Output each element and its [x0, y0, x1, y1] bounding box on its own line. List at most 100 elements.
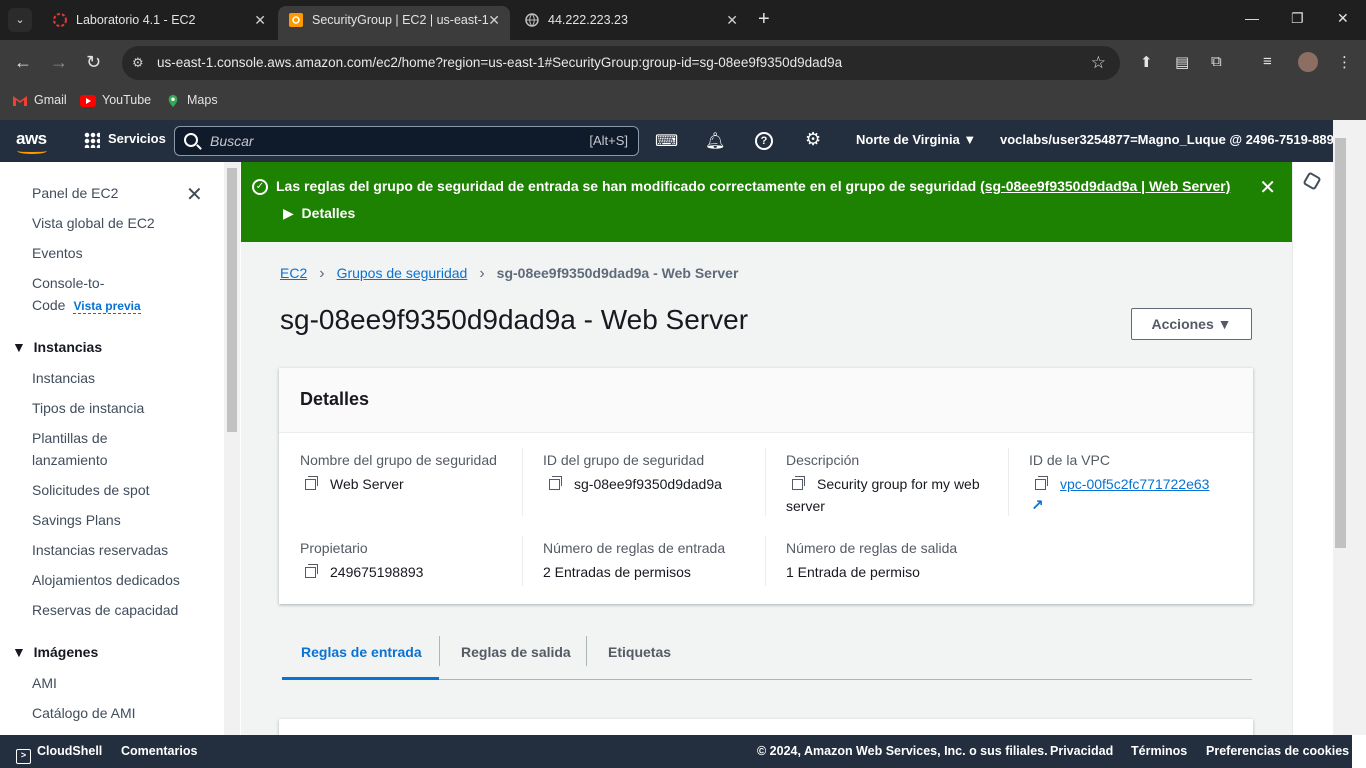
grid-icon	[84, 131, 100, 148]
back-icon[interactable]: ←	[14, 52, 32, 72]
details-card: Detalles Nombre del grupo de seguridad W…	[279, 368, 1253, 604]
flash-details-toggle[interactable]: ▶ Detalles	[283, 205, 355, 222]
bookmark-youtube[interactable]: YouTube	[80, 93, 151, 108]
dismiss-flash-icon[interactable]: ✕	[1259, 175, 1276, 200]
tab-outbound-rules[interactable]: Reglas de salida	[461, 644, 571, 660]
tab-tags[interactable]: Etiquetas	[608, 644, 671, 660]
sidebar-item-instances[interactable]: Instancias	[32, 367, 95, 389]
browser-tab-securitygroup[interactable]: SecurityGroup | EC2 | us-east-1 ✕	[278, 6, 510, 40]
new-tab-icon[interactable]: +	[758, 8, 770, 30]
region-selector[interactable]: Norte de Virginia ▼	[856, 132, 976, 147]
profile-avatar[interactable]	[1298, 52, 1318, 72]
close-sidebar-icon[interactable]: ✕	[186, 182, 203, 207]
browser-tab-lab[interactable]: Laboratorio 4.1 - EC2 ✕	[42, 6, 276, 34]
inbound-rules-card	[279, 719, 1253, 735]
extension-icon[interactable]: ⬆	[1140, 53, 1153, 71]
tab-inbound-rules[interactable]: Reglas de entrada	[301, 644, 422, 660]
forward-icon[interactable]: →	[50, 52, 68, 72]
value-text: 249675198893	[330, 564, 424, 580]
close-tab-icon[interactable]: ✕	[254, 6, 266, 34]
vpc-link[interactable]: vpc-00f5c2fc771722e63	[1060, 476, 1209, 492]
browser-toolbar: ← → ↻ ⚙ us-east-1.console.aws.amazon.com…	[0, 40, 1366, 86]
section-label: Imágenes	[33, 644, 99, 660]
sidebar-item-ami-catalog[interactable]: Catálogo de AMI	[32, 702, 136, 724]
column-divider	[765, 448, 766, 516]
sidebar-item-capacity-reservations[interactable]: Reservas de capacidad	[32, 599, 178, 621]
reading-list-icon[interactable]: ▤	[1175, 53, 1189, 71]
site-info-icon[interactable]: ⚙	[132, 55, 144, 71]
terms-link[interactable]: Términos	[1131, 744, 1187, 758]
restore-icon[interactable]: ❐	[1291, 10, 1304, 27]
close-tab-icon[interactable]: ✕	[488, 6, 500, 34]
external-link-icon[interactable]: ↗	[1031, 496, 1044, 514]
youtube-icon	[80, 94, 96, 107]
sidebar-item-dashboard[interactable]: Panel de EC2	[32, 182, 118, 204]
breadcrumb-ec2[interactable]: EC2	[280, 265, 307, 281]
scrollbar-thumb[interactable]	[1335, 138, 1346, 548]
media-control-icon[interactable]: ≡	[1263, 53, 1272, 70]
sidebar-item-spot-requests[interactable]: Solicitudes de spot	[32, 479, 150, 501]
aws-search-input[interactable]: Buscar [Alt+S]	[174, 126, 639, 156]
notifications-bell-icon[interactable]: 🔔︎	[705, 131, 725, 151]
services-menu-button[interactable]: Servicios	[84, 131, 166, 148]
browser-tab-ip[interactable]: 44.222.223.23 ✕	[514, 6, 748, 34]
tools-panel-icon[interactable]	[1302, 171, 1322, 191]
preview-badge[interactable]: Vista previa	[73, 299, 141, 314]
copy-icon[interactable]	[1035, 476, 1048, 490]
feedback-link[interactable]: Comentarios	[121, 744, 197, 758]
sidebar-item-savings-plans[interactable]: Savings Plans	[32, 509, 121, 531]
flash-group-link[interactable]: (sg-08ee9f9350d9dad9a | Web Server)	[980, 178, 1230, 194]
cloudshell-icon[interactable]: ⌨	[655, 131, 678, 151]
copyright-text: © 2024, Amazon Web Services, Inc. o sus …	[757, 744, 1048, 758]
close-tab-icon[interactable]: ✕	[726, 6, 738, 34]
bookmark-label: Maps	[187, 93, 218, 107]
tab-title: SecurityGroup | EC2 | us-east-1	[312, 13, 489, 27]
bookmark-gmail[interactable]: Gmail	[12, 93, 67, 108]
tab-search-button[interactable]: ⌄	[8, 8, 32, 32]
bookmark-star-icon[interactable]: ☆	[1091, 53, 1106, 73]
sidebar-item-dedicated-hosts[interactable]: Alojamientos dedicados	[32, 569, 180, 591]
address-bar[interactable]: ⚙ us-east-1.console.aws.amazon.com/ec2/h…	[122, 46, 1120, 80]
sg-id-value: sg-08ee9f9350d9dad9a	[549, 473, 722, 495]
breadcrumb-security-groups[interactable]: Grupos de seguridad	[337, 265, 468, 281]
sg-name-value: Web Server	[305, 473, 404, 495]
scrollbar-thumb[interactable]	[227, 168, 237, 432]
main-content: ✓ Las reglas del grupo de seguridad de e…	[241, 162, 1292, 735]
copy-icon[interactable]	[305, 564, 318, 578]
url-text[interactable]: us-east-1.console.aws.amazon.com/ec2/hom…	[157, 55, 842, 70]
cookie-preferences-link[interactable]: Preferencias de cookies	[1206, 744, 1349, 758]
sidebar-item-reserved-instances[interactable]: Instancias reservadas	[32, 539, 168, 561]
cloudshell-button[interactable]: > CloudShell	[16, 744, 102, 764]
close-window-icon[interactable]: ✕	[1337, 10, 1349, 27]
minimize-icon[interactable]: —	[1245, 10, 1259, 26]
sidebar-item-global-view[interactable]: Vista global de EC2	[32, 212, 155, 234]
help-icon[interactable]: ?	[755, 132, 773, 150]
sidebar-scrollbar[interactable]	[224, 162, 240, 735]
puzzle-extensions-icon[interactable]: ⧉	[1211, 53, 1222, 70]
copy-icon[interactable]	[792, 476, 805, 490]
reload-icon[interactable]: ↻	[86, 52, 101, 72]
sidebar-item-launch-templates[interactable]: Plantillas de lanzamiento	[32, 427, 108, 471]
column-divider	[1008, 448, 1009, 516]
copy-icon[interactable]	[305, 476, 318, 490]
settings-gear-icon[interactable]: ⚙	[805, 129, 821, 150]
sidebar-item-console-to-code[interactable]: Console-to- Code Vista previa	[32, 272, 141, 317]
sidebar-item-ami[interactable]: AMI	[32, 672, 57, 694]
tab-divider	[586, 636, 587, 666]
account-menu[interactable]: voclabs/user3254877=Magno_Luque @ 2496-7…	[1000, 132, 1358, 147]
actions-dropdown-button[interactable]: Acciones ▼	[1131, 308, 1252, 340]
cloudshell-label: CloudShell	[37, 744, 103, 758]
bookmark-label: YouTube	[102, 93, 152, 107]
tab-title: 44.222.223.23	[548, 13, 628, 27]
browser-menu-icon[interactable]: ⋮	[1337, 53, 1352, 71]
privacy-link[interactable]: Privacidad	[1050, 744, 1113, 758]
vpc-id-value: vpc-00f5c2fc771722e63	[1035, 473, 1209, 495]
bookmark-maps[interactable]: Maps	[165, 93, 218, 108]
sidebar-item-instance-types[interactable]: Tipos de instancia	[32, 397, 144, 419]
sidebar-section-images[interactable]: ▼ Imágenes	[12, 644, 98, 660]
page-scrollbar[interactable]	[1333, 120, 1366, 735]
sidebar-item-events[interactable]: Eventos	[32, 242, 83, 264]
copy-icon[interactable]	[549, 476, 562, 490]
sidebar-section-instances[interactable]: ▼ Instancias	[12, 339, 102, 355]
aws-logo[interactable]: aws	[16, 129, 47, 149]
